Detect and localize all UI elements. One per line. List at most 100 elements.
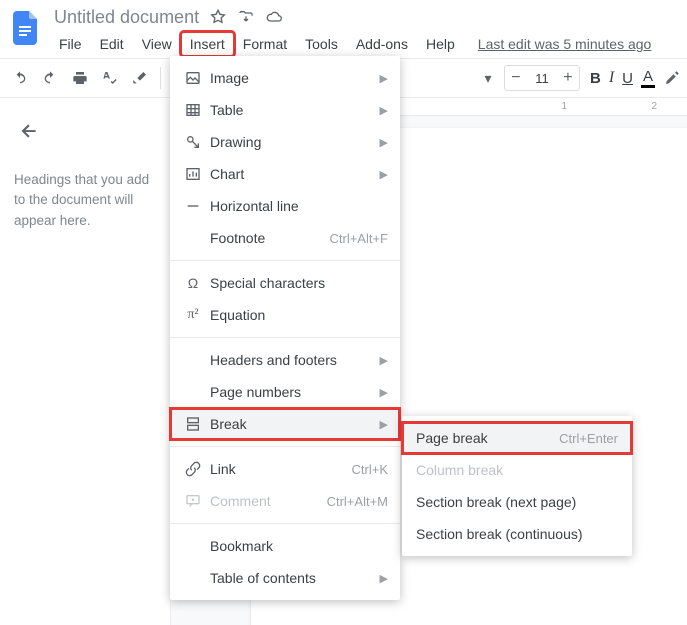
submenu-section-next[interactable]: Section break (next page) — [402, 486, 632, 518]
menu-item-break[interactable]: Break ▶ — [170, 408, 400, 440]
chart-icon — [180, 166, 206, 182]
bold-button[interactable]: B — [590, 70, 601, 87]
outline-placeholder: Headings that you add to the document wi… — [14, 170, 156, 231]
star-icon[interactable] — [209, 8, 227, 26]
menu-label: Image — [206, 70, 380, 86]
menu-label: Table — [206, 102, 380, 118]
menu-item-footnote[interactable]: Footnote Ctrl+Alt+F — [170, 222, 400, 254]
submenu-label: Section break (next page) — [416, 494, 618, 510]
pi-icon: π² — [180, 307, 206, 323]
menu-item-headers-footers[interactable]: Headers and footers ▶ — [170, 344, 400, 376]
menu-label: Table of contents — [206, 570, 380, 586]
break-submenu: Page break Ctrl+Enter Column break Secti… — [402, 416, 632, 556]
doc-title[interactable]: Untitled document — [50, 7, 203, 28]
menu-view[interactable]: View — [133, 32, 181, 56]
link-icon — [180, 461, 206, 477]
menu-edit[interactable]: Edit — [91, 32, 133, 56]
menu-item-special-chars[interactable]: Ω Special characters — [170, 267, 400, 299]
menu-help[interactable]: Help — [417, 32, 464, 56]
table-icon — [180, 102, 206, 118]
submenu-label: Section break (continuous) — [416, 526, 618, 542]
menu-divider — [170, 260, 400, 261]
redo-button[interactable] — [36, 64, 64, 92]
menu-label: Link — [206, 461, 352, 477]
menu-item-bookmark[interactable]: Bookmark — [170, 530, 400, 562]
menu-label: Break — [206, 416, 380, 432]
insert-menu: Image ▶ Table ▶ Drawing ▶ Chart ▶ Horizo… — [170, 56, 400, 600]
undo-button[interactable] — [6, 64, 34, 92]
submenu-arrow-icon: ▶ — [380, 136, 388, 149]
omega-icon: Ω — [180, 275, 206, 291]
menu-item-comment: Comment Ctrl+Alt+M — [170, 485, 400, 517]
docs-logo[interactable] — [8, 6, 44, 50]
menu-item-drawing[interactable]: Drawing ▶ — [170, 126, 400, 158]
submenu-arrow-icon: ▶ — [380, 418, 388, 431]
comment-icon — [180, 493, 206, 509]
submenu-label: Page break — [416, 430, 559, 446]
increase-font-button[interactable]: + — [557, 69, 579, 87]
underline-button[interactable]: U — [622, 70, 633, 87]
submenu-column-break: Column break — [402, 454, 632, 486]
submenu-arrow-icon: ▶ — [380, 72, 388, 85]
menu-divider — [170, 337, 400, 338]
break-icon — [180, 416, 206, 432]
menu-item-page-numbers[interactable]: Page numbers ▶ — [170, 376, 400, 408]
submenu-arrow-icon: ▶ — [380, 104, 388, 117]
font-size-value[interactable]: 11 — [527, 71, 557, 86]
menu-label: Chart — [206, 166, 380, 182]
menu-shortcut: Ctrl+Alt+M — [327, 494, 388, 509]
submenu-page-break[interactable]: Page break Ctrl+Enter — [402, 422, 632, 454]
menu-divider — [170, 523, 400, 524]
drawing-icon — [180, 134, 206, 150]
text-color-button[interactable]: A — [641, 68, 655, 88]
menu-label: Headers and footers — [206, 352, 380, 368]
ruler-tick: 2 — [651, 101, 657, 112]
menubar: File Edit View Insert Format Tools Add-o… — [50, 30, 679, 58]
submenu-arrow-icon: ▶ — [380, 386, 388, 399]
menu-label: Footnote — [206, 230, 329, 246]
menu-label: Bookmark — [206, 538, 388, 554]
horizontal-line-icon — [180, 198, 206, 214]
menu-file[interactable]: File — [50, 32, 91, 56]
menu-label: Drawing — [206, 134, 380, 150]
menu-item-horizontal-line[interactable]: Horizontal line — [170, 190, 400, 222]
menu-item-link[interactable]: Link Ctrl+K — [170, 453, 400, 485]
highlight-button[interactable] — [663, 69, 681, 87]
menu-insert[interactable]: Insert — [181, 32, 234, 56]
menu-item-toc[interactable]: Table of contents ▶ — [170, 562, 400, 594]
menu-shortcut: Ctrl+K — [352, 462, 388, 477]
spellcheck-button[interactable] — [96, 64, 124, 92]
style-dropdown-arrow[interactable]: ▾ — [474, 64, 502, 92]
menu-label: Equation — [206, 307, 388, 323]
outline-back-button[interactable] — [14, 116, 44, 146]
decrease-font-button[interactable]: − — [505, 69, 527, 87]
submenu-section-continuous[interactable]: Section break (continuous) — [402, 518, 632, 550]
menu-item-chart[interactable]: Chart ▶ — [170, 158, 400, 190]
paint-format-button[interactable] — [126, 64, 154, 92]
last-edit-link[interactable]: Last edit was 5 minutes ago — [478, 36, 652, 52]
menu-label: Page numbers — [206, 384, 380, 400]
menu-tools[interactable]: Tools — [296, 32, 347, 56]
menu-item-table[interactable]: Table ▶ — [170, 94, 400, 126]
submenu-label: Column break — [416, 462, 618, 478]
menu-format[interactable]: Format — [234, 32, 296, 56]
cloud-icon[interactable] — [265, 8, 283, 26]
font-size-control[interactable]: − 11 + — [504, 65, 580, 91]
menu-item-image[interactable]: Image ▶ — [170, 62, 400, 94]
italic-button[interactable]: I — [609, 69, 614, 87]
menu-shortcut: Ctrl+Alt+F — [329, 231, 388, 246]
print-button[interactable] — [66, 64, 94, 92]
submenu-arrow-icon: ▶ — [380, 354, 388, 367]
submenu-arrow-icon: ▶ — [380, 168, 388, 181]
menu-item-equation[interactable]: π² Equation — [170, 299, 400, 331]
image-icon — [180, 70, 206, 86]
menu-label: Special characters — [206, 275, 388, 291]
toolbar-separator — [160, 67, 161, 89]
move-icon[interactable] — [237, 8, 255, 26]
menu-divider — [170, 446, 400, 447]
submenu-shortcut: Ctrl+Enter — [559, 431, 618, 446]
menu-label: Comment — [206, 493, 327, 509]
submenu-arrow-icon: ▶ — [380, 572, 388, 585]
menu-addons[interactable]: Add-ons — [347, 32, 417, 56]
ruler-tick: 1 — [561, 101, 567, 112]
